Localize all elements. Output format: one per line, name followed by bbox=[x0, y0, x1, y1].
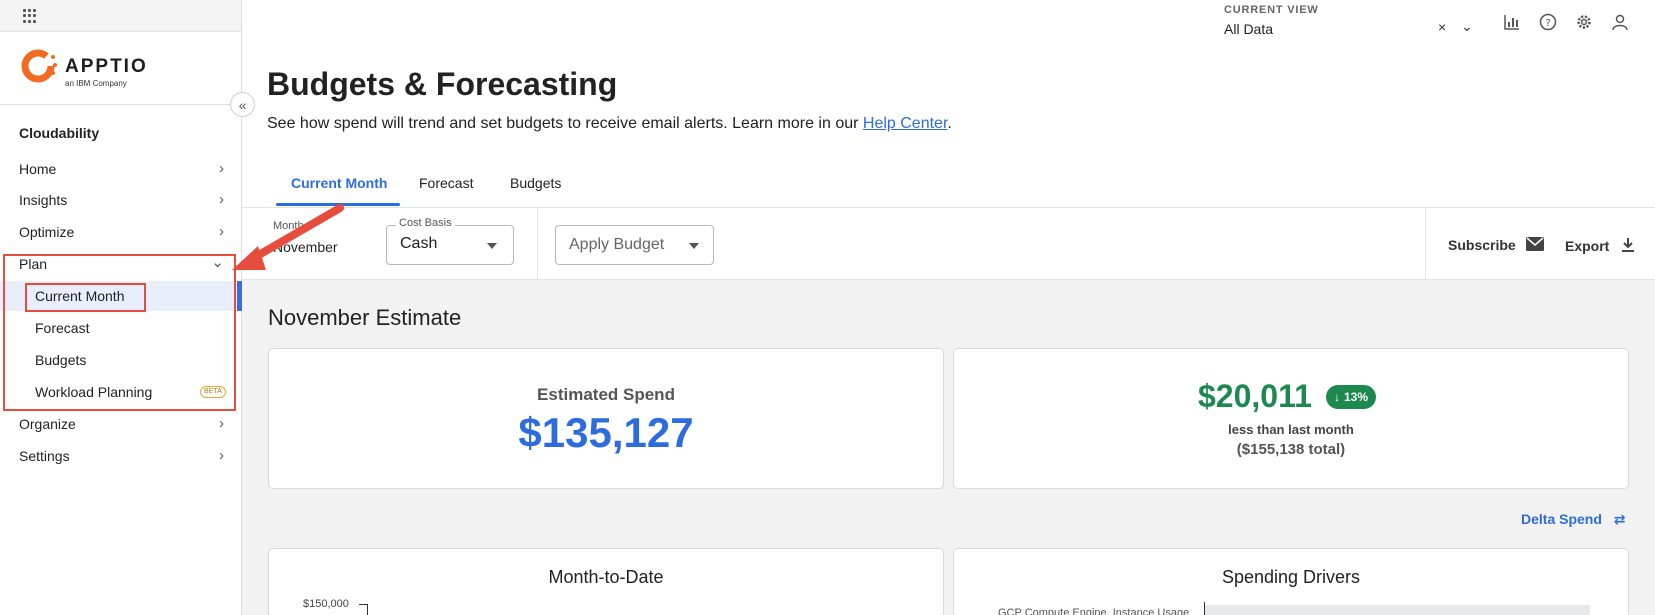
chevron-right-icon: › bbox=[219, 160, 224, 177]
axis-tick-label: $150,000 bbox=[303, 598, 349, 610]
dropdown-caret-icon bbox=[689, 243, 699, 249]
delta-spend-label: Delta Spend bbox=[1521, 511, 1602, 527]
month-to-date-card: Month-to-Date $150,000 bbox=[268, 548, 944, 615]
tab-budgets[interactable]: Budgets bbox=[510, 175, 561, 191]
driver-bar bbox=[1205, 605, 1590, 615]
page-description: See how spend will trend and set budgets… bbox=[267, 115, 952, 133]
estimated-spend-value: $135,127 bbox=[518, 409, 694, 456]
sidebar-item-insights[interactable]: Insights › bbox=[0, 185, 242, 215]
app-grid-icon[interactable] bbox=[23, 9, 37, 23]
mtd-title: Month-to-Date bbox=[548, 567, 664, 587]
help-icon[interactable]: ? bbox=[1538, 12, 1558, 32]
cost-basis-label: Cost Basis bbox=[396, 217, 455, 229]
sidebar-item-home[interactable]: Home › bbox=[0, 154, 242, 184]
sidebar-item-label: Optimize bbox=[19, 224, 75, 240]
clear-view-icon[interactable]: × bbox=[1438, 19, 1446, 35]
section-title: November Estimate bbox=[268, 305, 462, 330]
chevron-right-icon: › bbox=[219, 191, 224, 208]
sidebar-item-organize[interactable]: Organize › bbox=[0, 409, 242, 439]
sidebar-topbar bbox=[0, 0, 241, 32]
sidebar-item-label: Home bbox=[19, 161, 57, 177]
description-end: . bbox=[947, 115, 952, 132]
spending-drivers-card: Spending Drivers GCP Compute Engine, Ins… bbox=[953, 548, 1629, 615]
settings-icon[interactable] bbox=[1574, 12, 1594, 32]
apptio-logo[interactable]: APPTIO an IBM Company bbox=[19, 46, 219, 90]
y-axis bbox=[367, 604, 368, 615]
apptio-logo-mark-icon bbox=[19, 46, 59, 86]
spending-drivers-title: Spending Drivers bbox=[1221, 567, 1361, 587]
export-label: Export bbox=[1565, 238, 1610, 254]
tab-current-month[interactable]: Current Month bbox=[291, 175, 387, 191]
subscribe-label: Subscribe bbox=[1448, 237, 1516, 253]
delta-spend-toggle[interactable]: Delta Spend ⇄ bbox=[1521, 511, 1626, 528]
sidebar-divider bbox=[0, 104, 242, 105]
sidebar-item-label: Organize bbox=[19, 416, 76, 432]
tab-bar: Current Month Forecast Budgets bbox=[242, 165, 1655, 208]
double-chevron-left-icon: « bbox=[238, 96, 247, 113]
current-view-label: CURRENT VIEW bbox=[1224, 4, 1319, 16]
annotation-highlight-current-month bbox=[25, 283, 146, 312]
chevron-right-icon: › bbox=[219, 223, 224, 240]
cost-basis-value: Cash bbox=[400, 235, 438, 252]
delta-badge: ↓ 13% bbox=[1326, 385, 1377, 409]
subscribe-button[interactable]: Subscribe bbox=[1448, 237, 1544, 253]
mail-icon bbox=[1525, 237, 1544, 251]
description-text: See how spend will trend and set budgets… bbox=[267, 115, 863, 132]
delta-card: $20,011 ↓ 13% less than last month ($155… bbox=[953, 348, 1629, 489]
bar-chart-icon[interactable] bbox=[1502, 12, 1522, 32]
driver-label: GCP Compute Engine, Instance Usage bbox=[998, 607, 1190, 615]
estimated-spend-card: Estimated Spend $135,127 bbox=[268, 348, 944, 489]
sidebar-item-optimize[interactable]: Optimize › bbox=[0, 217, 242, 247]
sidebar-item-settings[interactable]: Settings › bbox=[0, 441, 242, 471]
annotation-arrow-icon bbox=[232, 204, 344, 270]
user-icon[interactable] bbox=[1610, 12, 1630, 32]
divider bbox=[537, 208, 538, 280]
apply-budget-placeholder: Apply Budget bbox=[569, 236, 665, 253]
divider bbox=[1425, 208, 1426, 280]
last-month-total: ($155,138 total) bbox=[1236, 441, 1346, 458]
dropdown-caret-icon bbox=[487, 243, 497, 249]
chevron-right-icon: › bbox=[219, 447, 224, 464]
axis-tick bbox=[359, 604, 367, 605]
export-button[interactable]: Export bbox=[1565, 237, 1635, 254]
estimated-spend-label: Estimated Spend bbox=[537, 385, 675, 404]
download-icon bbox=[1622, 238, 1635, 252]
help-center-link[interactable]: Help Center bbox=[863, 115, 948, 132]
svg-text:?: ? bbox=[1545, 18, 1550, 29]
tab-forecast[interactable]: Forecast bbox=[419, 175, 473, 191]
swap-icon: ⇄ bbox=[1613, 511, 1626, 527]
sidebar-item-label: Insights bbox=[19, 192, 68, 208]
logo-subtitle: an IBM Company bbox=[65, 79, 127, 88]
delta-text: less than last month bbox=[1228, 422, 1354, 437]
logo-name: APPTIO bbox=[65, 56, 148, 77]
collapse-sidebar-button[interactable]: « bbox=[230, 92, 255, 117]
arrow-down-icon: ↓ bbox=[1334, 390, 1340, 404]
delta-percent: 13% bbox=[1344, 390, 1369, 404]
annotation-highlight-plan bbox=[3, 254, 236, 411]
chevron-down-icon[interactable]: ⌄ bbox=[1461, 18, 1473, 35]
controls-bar: Month November Cost Basis Cash Apply Bud… bbox=[242, 208, 1655, 280]
sidebar-section-title: Cloudability bbox=[19, 125, 100, 141]
current-view-value[interactable]: All Data bbox=[1224, 21, 1273, 37]
page-title: Budgets & Forecasting bbox=[267, 66, 618, 102]
sidebar-item-label: Settings bbox=[19, 448, 70, 464]
delta-value: $20,011 bbox=[1198, 378, 1312, 414]
chevron-right-icon: › bbox=[219, 415, 224, 432]
